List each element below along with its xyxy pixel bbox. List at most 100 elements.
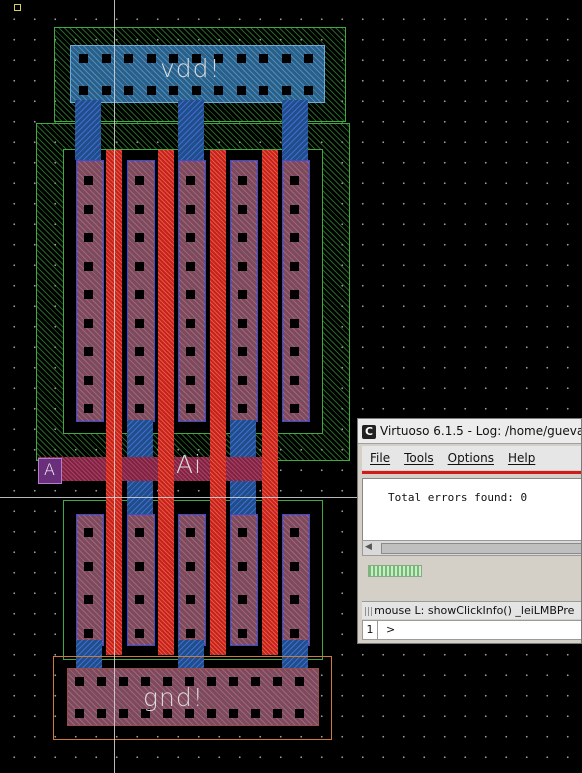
pmos-contact	[135, 204, 144, 214]
menu-tools[interactable]: Tools	[404, 451, 434, 465]
pmos-contact	[290, 318, 299, 328]
gnd-contact	[229, 677, 238, 686]
pmos-contact	[84, 204, 93, 214]
vdd-label: vdd!	[160, 54, 221, 83]
nmos-contact	[84, 528, 93, 537]
nmos-contact	[290, 561, 299, 571]
pmos-contact	[186, 204, 195, 214]
vdd-contact	[146, 86, 156, 95]
vdd-contact	[169, 86, 178, 95]
progress-bar	[368, 565, 422, 577]
pmos-contact	[135, 318, 144, 328]
progress-area	[362, 559, 581, 581]
nmos-contact	[238, 528, 247, 537]
nmos-contact	[84, 561, 93, 571]
gnd-contact	[229, 709, 238, 718]
vdd-contact	[281, 54, 291, 63]
vdd-contact	[101, 54, 111, 63]
poly-gate-4	[262, 150, 278, 655]
pmos-contact	[238, 318, 247, 328]
pmos-contact	[135, 347, 144, 356]
mouse-status-line: |||mouse L: showClickInfo() _leiLMBPre	[362, 601, 581, 619]
pmos-contact	[186, 290, 195, 299]
pmos-contact	[186, 347, 195, 356]
pmos-contact	[84, 233, 93, 242]
menu-options[interactable]: Options	[448, 451, 494, 465]
origin-marker	[14, 4, 21, 11]
pmos-contact	[186, 404, 195, 413]
gnd-contact	[295, 677, 304, 686]
menu-help[interactable]: Help	[508, 451, 535, 465]
input-pin-marker[interactable]: A	[38, 458, 62, 484]
log-window-title: Virtuoso 6.1.5 - Log: /home/guevaral/	[380, 424, 581, 438]
pmos-contact	[238, 290, 247, 299]
scroll-left-icon[interactable]: ◀	[365, 542, 372, 552]
log-output-line: Total errors found: 0	[388, 491, 528, 504]
pmos-contact	[135, 176, 144, 185]
vdd-contact	[79, 54, 88, 63]
nmos-contact	[186, 561, 195, 571]
log-window[interactable]: C Virtuoso 6.1.5 - Log: /home/guevaral/ F…	[357, 418, 582, 644]
gnd-contact	[207, 709, 216, 718]
grip-icon: |||	[364, 607, 374, 617]
pmos-contact	[290, 404, 299, 413]
virtuoso-app-icon: C	[362, 424, 376, 439]
pmos-contact	[84, 347, 93, 356]
gnd-contact	[295, 709, 304, 718]
nmos-contact	[135, 628, 144, 638]
pmos-contact	[84, 290, 93, 299]
vdd-contact	[146, 54, 156, 63]
pmos-contact	[290, 261, 299, 271]
vdd-contact	[259, 54, 268, 63]
vdd-contact	[124, 54, 133, 63]
nmos-contact	[135, 528, 144, 537]
pmos-contact	[238, 204, 247, 214]
log-output-area[interactable]: Total errors found: 0	[362, 478, 581, 544]
log-horizontal-scrollbar[interactable]: ◀	[362, 540, 581, 556]
nmos-contact	[290, 628, 299, 638]
poly-gate-2	[158, 150, 174, 655]
nmos-contact	[290, 595, 299, 604]
pmos-contact	[290, 347, 299, 356]
pmos-contact	[186, 375, 195, 385]
menu-file[interactable]: File	[370, 451, 390, 465]
gnd-contact	[251, 677, 260, 686]
pmos-contact	[84, 404, 93, 413]
vdd-contact	[191, 86, 201, 95]
input-poly-bar	[38, 457, 266, 481]
log-window-titlebar[interactable]: C Virtuoso 6.1.5 - Log: /home/guevaral/	[358, 419, 581, 444]
pmos-contact	[186, 233, 195, 242]
nmos-contact	[135, 595, 144, 604]
crosshair-vertical	[114, 0, 115, 773]
pmos-contact	[135, 233, 144, 242]
poly-gate-3	[210, 150, 226, 655]
pmos-contact	[238, 176, 247, 185]
pmos-contact	[238, 404, 247, 413]
gnd-label: gnd!	[143, 683, 204, 712]
vdd-strap-2	[178, 100, 204, 160]
command-input[interactable]: 1 >	[362, 620, 581, 640]
pmos-contact	[186, 261, 195, 271]
nmos-contact	[186, 528, 195, 537]
pmos-contact	[290, 290, 299, 299]
nmos-contact	[238, 561, 247, 571]
nmos-contact	[238, 595, 247, 604]
pmos-contact	[135, 290, 144, 299]
nmos-contact	[135, 561, 144, 571]
error-indicator-bar	[362, 471, 581, 474]
gnd-contact	[75, 677, 84, 686]
vdd-strap-1	[75, 100, 101, 160]
gnd-contact	[273, 677, 282, 686]
vdd-contact	[281, 86, 291, 95]
vdd-contact	[304, 86, 313, 95]
gnd-contact	[75, 709, 84, 718]
nmos-contact	[238, 628, 247, 638]
command-line-number: 1	[363, 621, 378, 639]
scrollbar-thumb[interactable]	[381, 543, 581, 554]
pmos-contact	[238, 347, 247, 356]
vdd-contact	[259, 86, 268, 95]
input-pin-marker-label: A	[44, 460, 55, 479]
layout-canvas[interactable]: A vdd! Ai gnd!	[0, 0, 582, 773]
pmos-contact	[290, 233, 299, 242]
pmos-contact	[84, 375, 93, 385]
